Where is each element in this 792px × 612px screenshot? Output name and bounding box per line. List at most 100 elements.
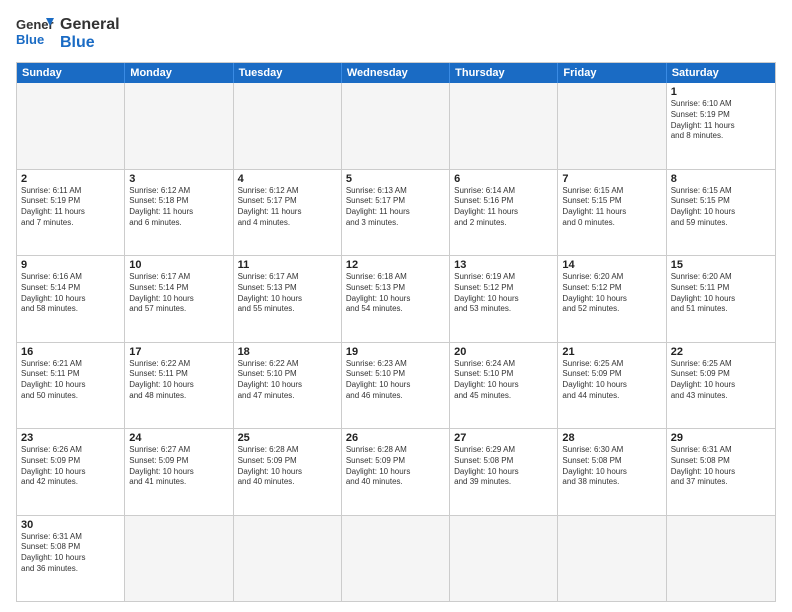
day-number: 12 [346, 259, 445, 271]
cal-cell: 16Sunrise: 6:21 AM Sunset: 5:11 PM Dayli… [17, 343, 125, 429]
cal-cell [342, 83, 450, 169]
cal-row: 9Sunrise: 6:16 AM Sunset: 5:14 PM Daylig… [17, 255, 775, 342]
cell-info: Sunrise: 6:28 AM Sunset: 5:09 PM Dayligh… [346, 445, 445, 488]
cell-info: Sunrise: 6:23 AM Sunset: 5:10 PM Dayligh… [346, 359, 445, 402]
cal-cell: 29Sunrise: 6:31 AM Sunset: 5:08 PM Dayli… [667, 429, 775, 515]
cell-info: Sunrise: 6:20 AM Sunset: 5:12 PM Dayligh… [562, 272, 661, 315]
cal-cell: 28Sunrise: 6:30 AM Sunset: 5:08 PM Dayli… [558, 429, 666, 515]
day-number: 15 [671, 259, 771, 271]
day-number: 27 [454, 432, 553, 444]
day-number: 19 [346, 346, 445, 358]
cal-cell: 4Sunrise: 6:12 AM Sunset: 5:17 PM Daylig… [234, 170, 342, 256]
cal-cell: 15Sunrise: 6:20 AM Sunset: 5:11 PM Dayli… [667, 256, 775, 342]
cell-info: Sunrise: 6:25 AM Sunset: 5:09 PM Dayligh… [562, 359, 661, 402]
cell-info: Sunrise: 6:26 AM Sunset: 5:09 PM Dayligh… [21, 445, 120, 488]
cal-header-day: Sunday [17, 63, 125, 83]
header: General Blue General Blue [16, 16, 776, 52]
cal-cell: 23Sunrise: 6:26 AM Sunset: 5:09 PM Dayli… [17, 429, 125, 515]
page: General Blue General Blue SundayMondayTu… [0, 0, 792, 612]
day-number: 2 [21, 173, 120, 185]
cal-cell: 20Sunrise: 6:24 AM Sunset: 5:10 PM Dayli… [450, 343, 558, 429]
cal-cell: 27Sunrise: 6:29 AM Sunset: 5:08 PM Dayli… [450, 429, 558, 515]
cal-cell: 17Sunrise: 6:22 AM Sunset: 5:11 PM Dayli… [125, 343, 233, 429]
cal-cell: 8Sunrise: 6:15 AM Sunset: 5:15 PM Daylig… [667, 170, 775, 256]
cal-cell [450, 516, 558, 602]
cal-cell [125, 516, 233, 602]
cal-cell: 18Sunrise: 6:22 AM Sunset: 5:10 PM Dayli… [234, 343, 342, 429]
day-number: 23 [21, 432, 120, 444]
cal-cell [125, 83, 233, 169]
day-number: 7 [562, 173, 661, 185]
day-number: 5 [346, 173, 445, 185]
cal-cell: 2Sunrise: 6:11 AM Sunset: 5:19 PM Daylig… [17, 170, 125, 256]
logo-blue-text: Blue [60, 34, 120, 52]
cell-info: Sunrise: 6:27 AM Sunset: 5:09 PM Dayligh… [129, 445, 228, 488]
cal-cell [667, 516, 775, 602]
cal-cell: 21Sunrise: 6:25 AM Sunset: 5:09 PM Dayli… [558, 343, 666, 429]
cal-cell: 24Sunrise: 6:27 AM Sunset: 5:09 PM Dayli… [125, 429, 233, 515]
cal-row: 30Sunrise: 6:31 AM Sunset: 5:08 PM Dayli… [17, 515, 775, 602]
cal-cell: 6Sunrise: 6:14 AM Sunset: 5:16 PM Daylig… [450, 170, 558, 256]
day-number: 1 [671, 86, 771, 98]
day-number: 10 [129, 259, 228, 271]
cell-info: Sunrise: 6:12 AM Sunset: 5:17 PM Dayligh… [238, 186, 337, 229]
cell-info: Sunrise: 6:15 AM Sunset: 5:15 PM Dayligh… [562, 186, 661, 229]
day-number: 8 [671, 173, 771, 185]
cal-row: 1Sunrise: 6:10 AM Sunset: 5:19 PM Daylig… [17, 83, 775, 169]
cal-header-day: Tuesday [234, 63, 342, 83]
cell-info: Sunrise: 6:15 AM Sunset: 5:15 PM Dayligh… [671, 186, 771, 229]
calendar: SundayMondayTuesdayWednesdayThursdayFrid… [16, 62, 776, 602]
cal-header-day: Thursday [450, 63, 558, 83]
cal-cell: 5Sunrise: 6:13 AM Sunset: 5:17 PM Daylig… [342, 170, 450, 256]
cell-info: Sunrise: 6:14 AM Sunset: 5:16 PM Dayligh… [454, 186, 553, 229]
cell-info: Sunrise: 6:29 AM Sunset: 5:08 PM Dayligh… [454, 445, 553, 488]
cal-header-day: Saturday [667, 63, 775, 83]
cal-cell: 7Sunrise: 6:15 AM Sunset: 5:15 PM Daylig… [558, 170, 666, 256]
day-number: 4 [238, 173, 337, 185]
cal-cell: 13Sunrise: 6:19 AM Sunset: 5:12 PM Dayli… [450, 256, 558, 342]
svg-text:Blue: Blue [16, 32, 44, 47]
day-number: 30 [21, 519, 120, 531]
cal-cell: 19Sunrise: 6:23 AM Sunset: 5:10 PM Dayli… [342, 343, 450, 429]
cell-info: Sunrise: 6:31 AM Sunset: 5:08 PM Dayligh… [21, 532, 120, 575]
day-number: 24 [129, 432, 228, 444]
day-number: 11 [238, 259, 337, 271]
cell-info: Sunrise: 6:28 AM Sunset: 5:09 PM Dayligh… [238, 445, 337, 488]
cal-cell: 11Sunrise: 6:17 AM Sunset: 5:13 PM Dayli… [234, 256, 342, 342]
day-number: 6 [454, 173, 553, 185]
cell-info: Sunrise: 6:19 AM Sunset: 5:12 PM Dayligh… [454, 272, 553, 315]
day-number: 14 [562, 259, 661, 271]
generalblue-logo-icon: General Blue [16, 16, 54, 52]
cal-header-day: Monday [125, 63, 233, 83]
cell-info: Sunrise: 6:30 AM Sunset: 5:08 PM Dayligh… [562, 445, 661, 488]
cal-row: 16Sunrise: 6:21 AM Sunset: 5:11 PM Dayli… [17, 342, 775, 429]
cal-cell: 9Sunrise: 6:16 AM Sunset: 5:14 PM Daylig… [17, 256, 125, 342]
cal-cell [342, 516, 450, 602]
cell-info: Sunrise: 6:17 AM Sunset: 5:14 PM Dayligh… [129, 272, 228, 315]
cal-cell [234, 516, 342, 602]
day-number: 17 [129, 346, 228, 358]
cal-header-day: Friday [558, 63, 666, 83]
cell-info: Sunrise: 6:10 AM Sunset: 5:19 PM Dayligh… [671, 99, 771, 142]
cal-cell [234, 83, 342, 169]
day-number: 20 [454, 346, 553, 358]
cell-info: Sunrise: 6:18 AM Sunset: 5:13 PM Dayligh… [346, 272, 445, 315]
cal-cell: 22Sunrise: 6:25 AM Sunset: 5:09 PM Dayli… [667, 343, 775, 429]
day-number: 28 [562, 432, 661, 444]
logo-general-text: General [60, 16, 120, 34]
cell-info: Sunrise: 6:17 AM Sunset: 5:13 PM Dayligh… [238, 272, 337, 315]
cell-info: Sunrise: 6:25 AM Sunset: 5:09 PM Dayligh… [671, 359, 771, 402]
cal-header-day: Wednesday [342, 63, 450, 83]
day-number: 9 [21, 259, 120, 271]
cell-info: Sunrise: 6:22 AM Sunset: 5:10 PM Dayligh… [238, 359, 337, 402]
day-number: 16 [21, 346, 120, 358]
cell-info: Sunrise: 6:31 AM Sunset: 5:08 PM Dayligh… [671, 445, 771, 488]
day-number: 29 [671, 432, 771, 444]
day-number: 21 [562, 346, 661, 358]
logo: General Blue General Blue [16, 16, 120, 52]
cell-info: Sunrise: 6:20 AM Sunset: 5:11 PM Dayligh… [671, 272, 771, 315]
day-number: 26 [346, 432, 445, 444]
cell-info: Sunrise: 6:24 AM Sunset: 5:10 PM Dayligh… [454, 359, 553, 402]
calendar-header: SundayMondayTuesdayWednesdayThursdayFrid… [17, 63, 775, 83]
cell-info: Sunrise: 6:12 AM Sunset: 5:18 PM Dayligh… [129, 186, 228, 229]
